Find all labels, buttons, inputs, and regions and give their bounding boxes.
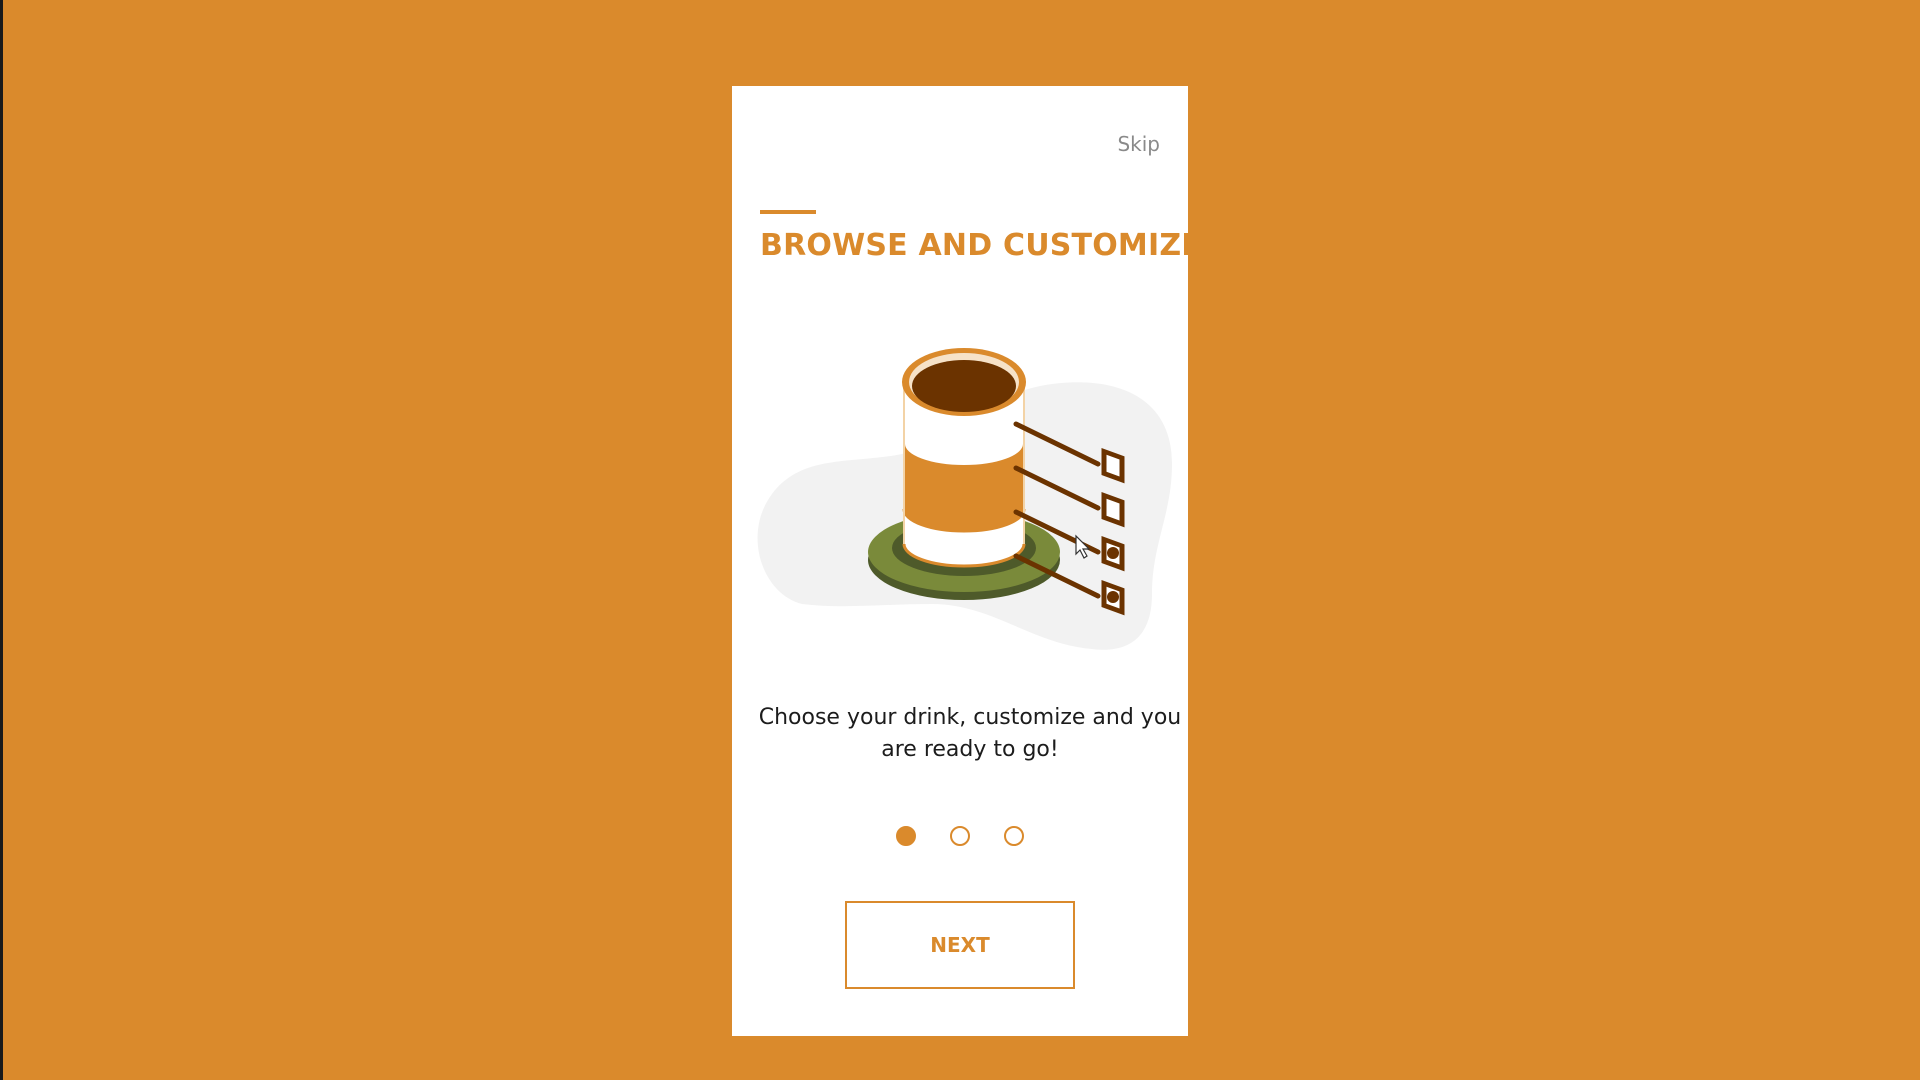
checkbox-1 [1101, 447, 1125, 484]
checkbox-2 [1101, 491, 1125, 528]
pagination-dot-2[interactable] [950, 826, 970, 846]
next-button[interactable]: NEXT [845, 901, 1075, 989]
pagination-dot-1[interactable] [896, 826, 916, 846]
page-title: BROWSE AND CUSTOMIZE [760, 228, 1202, 263]
coffee-surface [912, 360, 1016, 412]
cup [902, 348, 1026, 568]
checkbox-3-mark [1107, 547, 1119, 559]
skip-button[interactable]: Skip [1117, 132, 1160, 156]
coffee-cup-checklist-illustration [757, 348, 1172, 650]
description-text: Choose your drink, customize and you are… [758, 705, 1182, 762]
title-accent-line [760, 210, 816, 214]
pagination-dots [732, 826, 1188, 846]
pagination-dot-3[interactable] [1004, 826, 1024, 846]
window-left-edge [0, 0, 3, 1080]
onboarding-card: Skip BROWSE AND CUSTOMIZE Choose your dr… [732, 86, 1202, 1036]
checkbox-4-mark [1107, 591, 1119, 603]
